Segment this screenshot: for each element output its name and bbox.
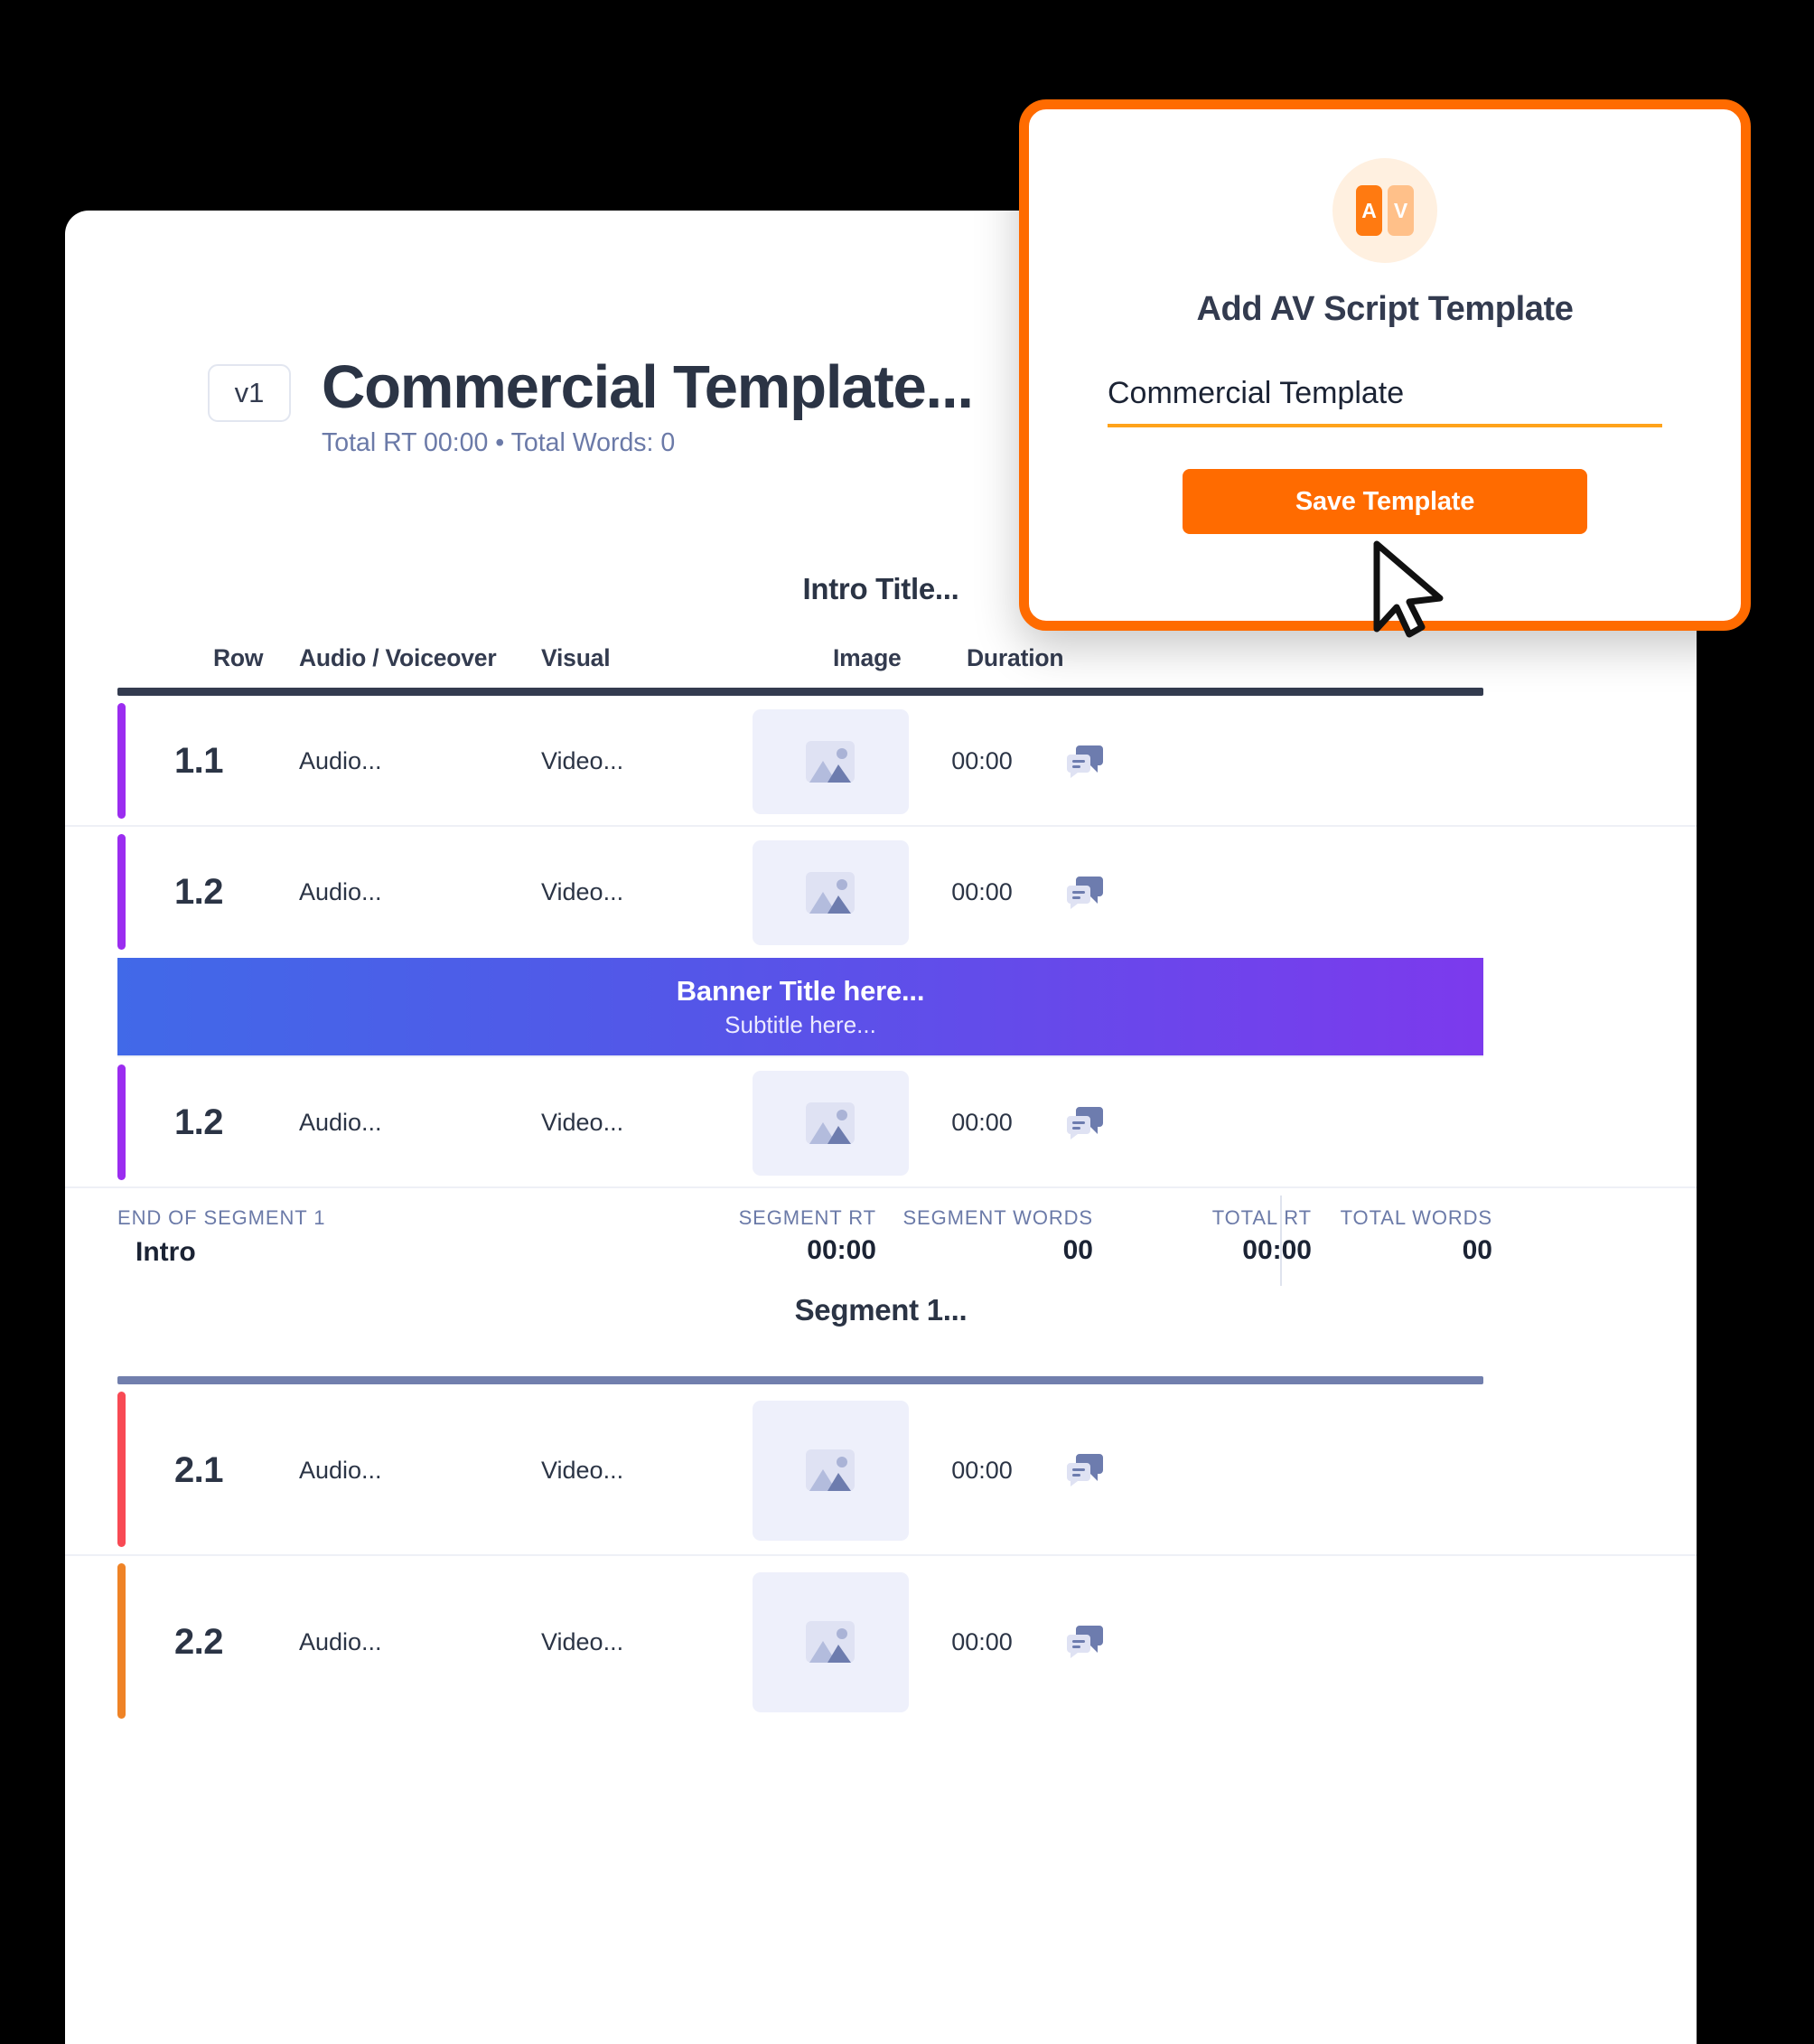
- page-title: Commercial Template...: [322, 353, 974, 421]
- document-meta: Total RT 00:00 • Total Words: 0: [322, 428, 676, 458]
- row-accent-bar: [117, 834, 126, 950]
- row-comment-cell[interactable]: [1044, 1556, 1126, 1728]
- banner-row[interactable]: Banner Title here... Subtitle here...: [117, 958, 1483, 1057]
- column-header-image: Image: [833, 644, 902, 671]
- row-number: 2.2: [173, 1621, 224, 1662]
- row-comment-cell[interactable]: [1044, 1384, 1126, 1556]
- banner-subtitle: Subtitle here...: [725, 1010, 876, 1038]
- template-name-input[interactable]: [1108, 376, 1662, 427]
- row-audio-text[interactable]: Audio...: [299, 696, 382, 827]
- table-column-headers: Row Audio / Voiceover Visual Image Durat…: [65, 644, 1697, 688]
- mouse-pointer-icon: [1373, 540, 1444, 638]
- comment-bubbles-icon: [1067, 745, 1103, 778]
- av-logo-letter-a: A: [1356, 185, 1382, 236]
- row-duration[interactable]: 00:00: [923, 827, 1041, 958]
- banner-title: Banner Title here...: [676, 974, 925, 1007]
- segment-rule-1: [117, 1376, 1483, 1384]
- row-number: 1.2: [173, 1102, 224, 1142]
- row-accent-bar: [117, 1064, 126, 1180]
- av-logo-icon: A V: [1332, 158, 1437, 263]
- column-header-duration: Duration: [967, 644, 1064, 671]
- row-visual-text[interactable]: Video...: [541, 827, 623, 958]
- version-badge[interactable]: v1: [208, 364, 291, 422]
- end-of-segment-label: END OF SEGMENT 1: [117, 1206, 326, 1229]
- segment-words-value: 00: [1062, 1235, 1093, 1265]
- row-number: 1.1: [173, 741, 224, 781]
- modal-title: Add AV Script Template: [1196, 290, 1574, 328]
- row-visual-text[interactable]: Video...: [541, 1057, 623, 1188]
- save-template-button[interactable]: Save Template: [1183, 469, 1587, 534]
- segment-name[interactable]: Intro: [136, 1237, 196, 1268]
- row-image-cell[interactable]: [717, 827, 943, 958]
- row-image-cell[interactable]: [717, 1057, 943, 1188]
- segment-rule-intro: [117, 688, 1483, 696]
- image-placeholder-icon[interactable]: [752, 708, 909, 814]
- av-logo-letter-v: V: [1388, 185, 1414, 236]
- comment-bubbles-icon: [1067, 1626, 1103, 1658]
- total-words-value: 00: [1462, 1235, 1492, 1265]
- column-header-row: Row: [213, 644, 264, 671]
- row-image-cell[interactable]: [717, 1556, 943, 1728]
- table-row[interactable]: 1.2 Audio... Video... 00:00: [65, 1057, 1697, 1188]
- row-audio-text[interactable]: Audio...: [299, 1384, 382, 1556]
- row-number: 1.2: [173, 872, 224, 912]
- row-accent-bar: [117, 1392, 126, 1547]
- row-audio-text[interactable]: Audio...: [299, 827, 382, 958]
- segment-table-1: 2.1 Audio... Video... 00:00 2.2 Audio...…: [65, 1376, 1697, 1728]
- table-row[interactable]: 2.1 Audio... Video... 00:00: [65, 1384, 1697, 1556]
- image-placeholder-icon[interactable]: [752, 839, 909, 945]
- column-header-visual: Visual: [541, 644, 611, 671]
- table-row[interactable]: 1.1 Audio... Video... 00:00: [65, 696, 1697, 827]
- row-visual-text[interactable]: Video...: [541, 696, 623, 827]
- row-comment-cell[interactable]: [1044, 827, 1126, 958]
- row-image-cell[interactable]: [717, 1384, 943, 1556]
- title-block: Commercial Template... Total RT 00:00 • …: [322, 353, 974, 458]
- document-header: v1 Commercial Template... Total RT 00:00…: [208, 353, 974, 458]
- segment-footer: END OF SEGMENT 1 Intro SEGMENT RT 00:00 …: [65, 1188, 1697, 1306]
- image-placeholder-icon[interactable]: [752, 1400, 909, 1541]
- comment-bubbles-icon: [1067, 1106, 1103, 1139]
- table-row[interactable]: 1.2 Audio... Video... 00:00: [65, 827, 1697, 958]
- row-duration[interactable]: 00:00: [923, 1384, 1041, 1556]
- row-accent-bar: [117, 703, 126, 819]
- row-duration[interactable]: 00:00: [923, 1556, 1041, 1728]
- row-image-cell[interactable]: [717, 696, 943, 827]
- segment-rt-value: 00:00: [807, 1235, 876, 1265]
- row-visual-text[interactable]: Video...: [541, 1384, 623, 1556]
- image-placeholder-icon[interactable]: [752, 1571, 909, 1712]
- row-audio-text[interactable]: Audio...: [299, 1556, 382, 1728]
- comment-bubbles-icon: [1067, 876, 1103, 909]
- row-audio-text[interactable]: Audio...: [299, 1057, 382, 1188]
- screenshot-stage: v1 Commercial Template... Total RT 00:00…: [0, 0, 1814, 2044]
- table-row[interactable]: 2.2 Audio... Video... 00:00: [65, 1556, 1697, 1728]
- template-name-field: [1108, 376, 1662, 427]
- segment-table-intro: Row Audio / Voiceover Visual Image Durat…: [65, 644, 1697, 1306]
- row-number: 2.1: [173, 1449, 224, 1490]
- segment-rt-label: SEGMENT RT: [738, 1206, 876, 1229]
- column-header-audio: Audio / Voiceover: [299, 644, 497, 671]
- comment-bubbles-icon: [1067, 1454, 1103, 1486]
- row-accent-bar: [117, 1563, 126, 1719]
- row-visual-text[interactable]: Video...: [541, 1556, 623, 1728]
- row-duration[interactable]: 00:00: [923, 696, 1041, 827]
- image-placeholder-icon[interactable]: [752, 1070, 909, 1176]
- segment-heading-segment1[interactable]: Segment 1...: [65, 1293, 1697, 1327]
- row-duration[interactable]: 00:00: [923, 1057, 1041, 1188]
- row-comment-cell[interactable]: [1044, 696, 1126, 827]
- segment-words-label: SEGMENT WORDS: [902, 1206, 1093, 1229]
- total-words-label: TOTAL WORDS: [1340, 1206, 1492, 1229]
- row-comment-cell[interactable]: [1044, 1057, 1126, 1188]
